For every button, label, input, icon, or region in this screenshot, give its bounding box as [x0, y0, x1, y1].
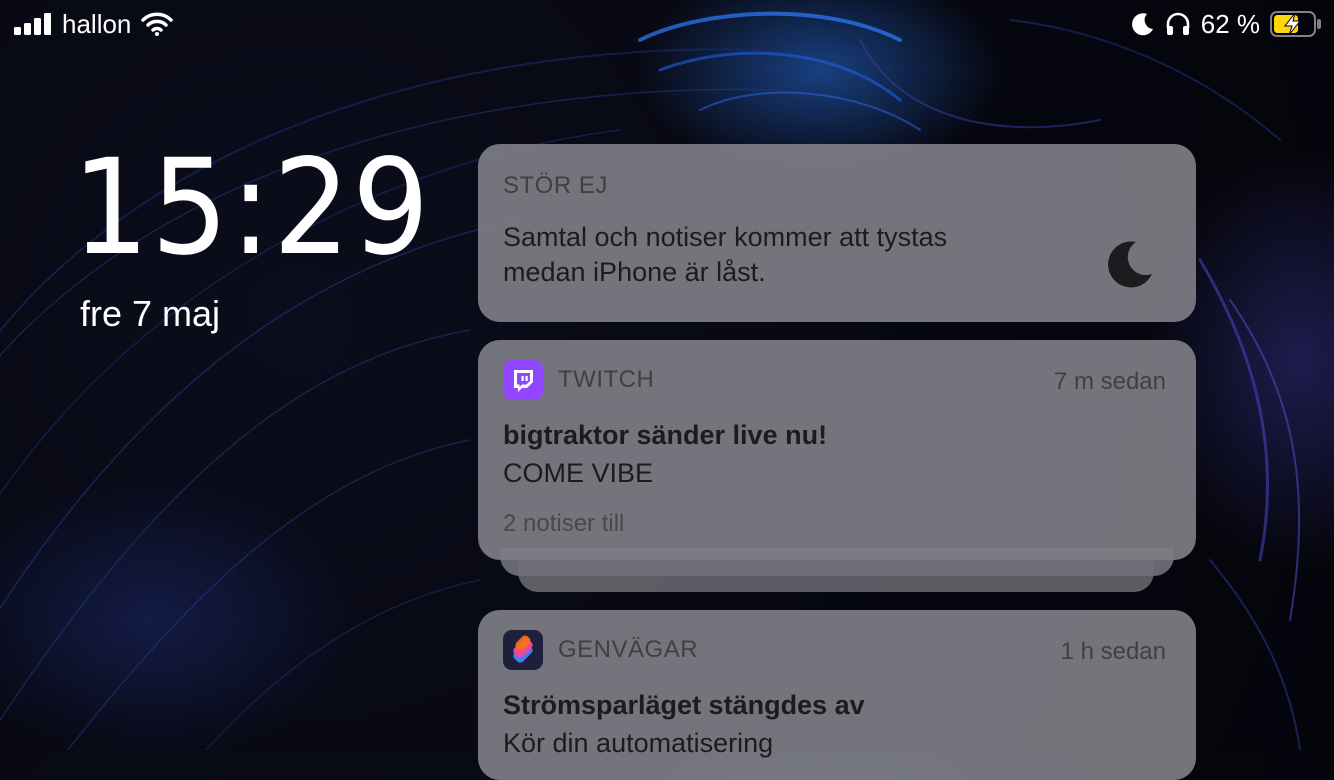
notification-header: TWITCH	[503, 360, 654, 400]
lock-screen-time: 15:29	[72, 131, 432, 285]
wifi-icon	[141, 12, 174, 36]
headphones-icon	[1166, 12, 1190, 35]
notification-body: Samtal och notiser kommer att tystas med…	[503, 222, 948, 287]
moon-icon	[1131, 13, 1153, 36]
carrier-name: hallon	[62, 9, 132, 39]
shortcuts-notification[interactable]: GENVÄGAR 1 h sedan Strömsparläget stängd…	[478, 610, 1196, 780]
notification-title: bigtraktor sänder live nu!	[503, 420, 828, 450]
notification-title: Strömsparläget stängdes av	[503, 690, 865, 720]
app-name: TWITCH	[558, 366, 655, 393]
status-bar-right: 62 %	[1131, 8, 1322, 40]
do-not-disturb-notification[interactable]: STÖR EJ Samtal och notiser kommer att ty…	[478, 144, 1196, 322]
shortcuts-icon	[503, 630, 543, 670]
notification-header: GENVÄGAR	[503, 630, 698, 670]
notification-header: STÖR EJ	[503, 172, 608, 199]
signal-icon	[14, 13, 51, 35]
notification-time: 1 h sedan	[1060, 638, 1166, 665]
notification-message: COME VIBE	[503, 458, 654, 488]
notification-message: Kör din automatisering	[503, 728, 774, 758]
lock-screen-date: fre 7 maj	[80, 293, 221, 334]
notification-time: 7 m sedan	[1053, 368, 1166, 395]
app-name: GENVÄGAR	[558, 636, 699, 663]
status-bar-left: hallon	[14, 8, 174, 40]
moon-icon	[1108, 241, 1152, 288]
twitch-icon	[503, 360, 543, 400]
battery-percentage: 62 %	[1200, 9, 1260, 39]
battery-charging-icon	[1270, 11, 1321, 37]
twitch-notification[interactable]: TWITCH 7 m sedan bigtraktor sänder live …	[478, 340, 1196, 560]
more-notifications-label: 2 notiser till	[503, 510, 625, 537]
